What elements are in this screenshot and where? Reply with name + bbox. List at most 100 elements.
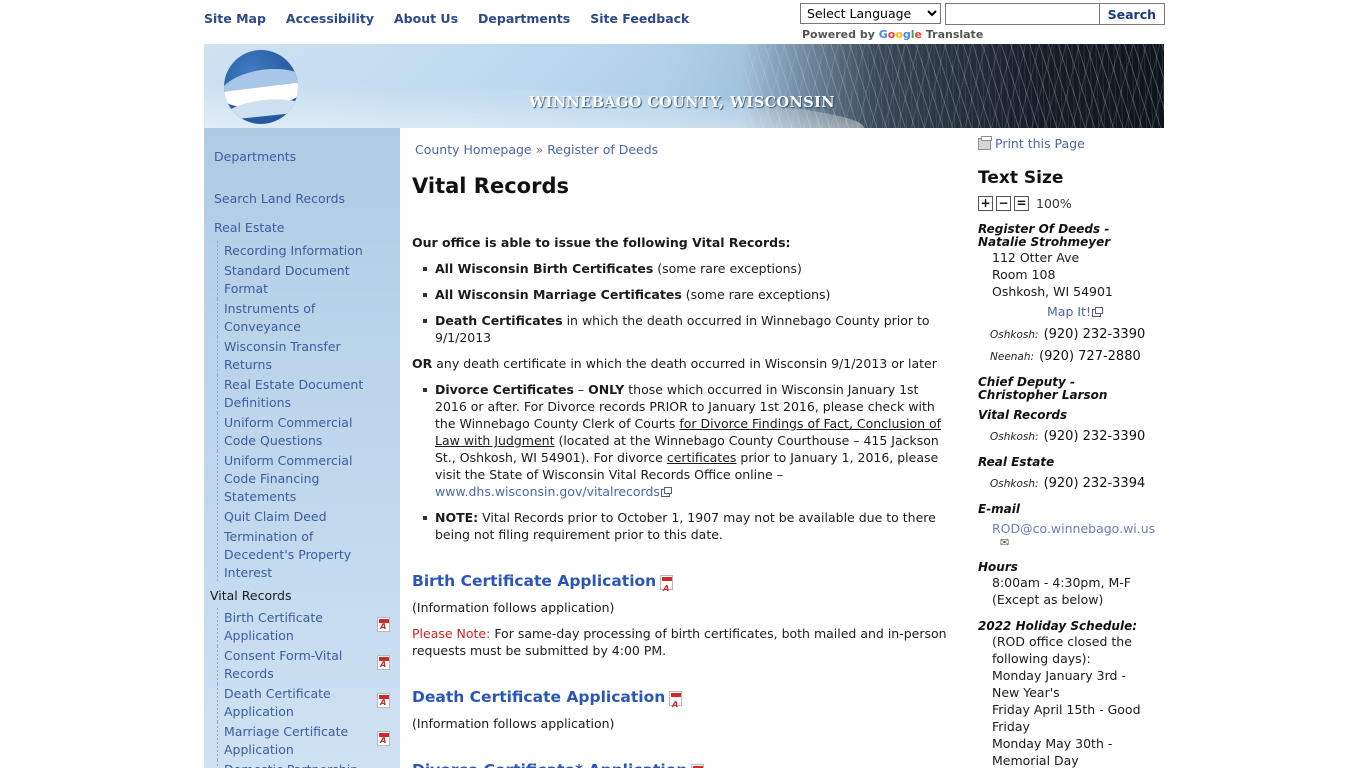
note-bold: NOTE:: [435, 510, 479, 525]
language-select[interactable]: Select Language: [800, 3, 941, 24]
sidebar-departments-label[interactable]: Departments: [214, 149, 296, 164]
phone-city-label: Oshkosh:: [990, 478, 1039, 490]
sidebar-label-real-estate[interactable]: Real Estate: [214, 220, 284, 235]
sidebar-sublabel-ucc-questions[interactable]: Uniform Commercial Code Questions: [224, 414, 374, 450]
holiday-line-0: (ROD office closed the following days):: [992, 634, 1132, 666]
sidebar-sublabel-wisconsin-transfer-returns[interactable]: Wisconsin Transfer Returns: [224, 338, 374, 374]
google-translate-attribution: Powered by Google Translate: [802, 28, 1165, 41]
sidebar-item-search-land-records[interactable]: Search Land Records: [204, 183, 400, 212]
list-item: All Wisconsin Marriage Certificates (som…: [422, 286, 954, 303]
hours-line-1: 8:00am - 4:30pm, M-F: [992, 575, 1131, 590]
sidebar-sublabel-termination-decedents-property-interest[interactable]: Termination of Decedent's Property Inter…: [224, 528, 374, 582]
phone-city-label: Neenah:: [990, 351, 1035, 363]
print-this-page[interactable]: Print this Page: [978, 135, 1156, 151]
top-nav-link-site-map[interactable]: Site Map: [204, 11, 266, 26]
search-input[interactable]: [944, 3, 1100, 25]
sidebar-subitem[interactable]: Quit Claim Deed: [204, 507, 400, 527]
main-content: County Homepage » Register of Deeds Vita…: [400, 128, 968, 768]
map-it-row[interactable]: Map It!: [978, 301, 1156, 320]
section-heading-divorce-certificate[interactable]: Divorce Certificate* Application: [412, 762, 954, 768]
sidebar-sublabel-instruments-of-conveyance[interactable]: Instruments of Conveyance: [224, 300, 374, 336]
chief-deputy-heading: Chief Deputy - Christopher Larson: [978, 375, 1108, 402]
dhs-vitalrecords-link[interactable]: www.dhs.wisconsin.gov/vitalrecords: [435, 484, 660, 499]
address-line-2: Room 108: [992, 267, 1056, 282]
sidebar-subitem[interactable]: Standard Document Format: [204, 261, 400, 299]
breadcrumb-home-link[interactable]: County Homepage: [415, 142, 532, 157]
email-row[interactable]: ROD@co.winnebago.wi.us: [978, 518, 1156, 537]
text-size-heading: Text Size: [978, 168, 1064, 188]
sidebar-sublabel-consent-form-vital-records[interactable]: Consent Form-Vital Records: [224, 647, 374, 683]
holiday-line-2: Friday April 15th - Good Friday: [992, 702, 1141, 734]
sidebar-item-departments[interactable]: Departments: [204, 138, 400, 165]
content-body: Our office is able to issue the followin…: [412, 234, 954, 768]
translate-word: Translate: [925, 28, 984, 41]
birth-certificate-application-link[interactable]: Birth Certificate Application: [412, 573, 656, 590]
sidebar-subitem[interactable]: Instruments of Conveyance: [204, 299, 400, 337]
holiday-line-1: Monday January 3rd - New Year's: [992, 668, 1126, 700]
intro-lead: Our office is able to issue the followin…: [412, 235, 791, 250]
winnebago-wave-logo-icon[interactable]: [224, 50, 298, 124]
list-item: All Wisconsin Birth Certificates (some r…: [422, 260, 954, 277]
top-nav-link-about-us[interactable]: About Us: [394, 11, 458, 26]
phone-row-real-estate: Oshkosh: (920) 232-3394: [978, 476, 1156, 491]
sidebar-subitem[interactable]: Marriage Certificate Application: [204, 722, 400, 760]
sidebar-label-search-land-records[interactable]: Search Land Records: [214, 191, 345, 206]
issuable-records-list: All Wisconsin Birth Certificates (some r…: [412, 260, 954, 346]
top-nav-link-site-feedback[interactable]: Site Feedback: [590, 11, 689, 26]
sidebar-item-real-estate[interactable]: Real Estate: [204, 212, 400, 241]
body-shell: Departments Search Land Records Real Est…: [204, 128, 1164, 768]
top-nav: Site Map Accessibility About Us Departme…: [204, 11, 689, 26]
email-heading: E-mail: [978, 502, 1021, 516]
sidebar-subitem[interactable]: Birth Certificate Application: [204, 608, 400, 646]
sidebar-sublabel-death-certificate-application[interactable]: Death Certificate Application: [224, 685, 374, 721]
phone-row-oshkosh-main: Oshkosh: (920) 232-3390: [978, 327, 1156, 342]
bullet-rest-birth: (some rare exceptions): [653, 261, 802, 276]
divorce-certificate-application-link[interactable]: Divorce Certificate* Application: [412, 762, 687, 768]
breadcrumb-separator: »: [535, 142, 544, 157]
text-size-reset-button[interactable]: =: [1014, 196, 1029, 211]
top-nav-link-departments[interactable]: Departments: [478, 11, 570, 26]
sidebar-subitem[interactable]: Real Estate Document Definitions: [204, 375, 400, 413]
site-banner: WINNEBAGO COUNTY, WISCONSIN Register of …: [204, 44, 1164, 128]
divorce-text-1: –: [573, 382, 589, 397]
sidebar-sublabel-marriage-certificate-application[interactable]: Marriage Certificate Application: [224, 723, 374, 759]
section-heading-death-certificate[interactable]: Death Certificate Application: [412, 689, 954, 706]
address-line-3: Oshkosh, WI 54901: [992, 284, 1113, 299]
external-link-icon: [1091, 307, 1103, 317]
search-button[interactable]: Search: [1099, 3, 1165, 25]
email-link[interactable]: ROD@co.winnebago.wi.us: [992, 521, 1155, 536]
phone-row-vital-records: Oshkosh: (920) 232-3390: [978, 429, 1156, 444]
sidebar-sublabel-birth-certificate-application[interactable]: Birth Certificate Application: [224, 609, 374, 645]
text-size-percent: 100%: [1036, 196, 1072, 211]
death-certificate-application-link[interactable]: Death Certificate Application: [412, 689, 665, 706]
google-wordmark: Google: [878, 28, 922, 41]
sidebar-subitem[interactable]: Wisconsin Transfer Returns: [204, 337, 400, 375]
pdf-icon: [377, 693, 390, 708]
page-title: Vital Records: [412, 174, 569, 198]
sidebar-subitem[interactable]: Uniform Commercial Code Financing Statem…: [204, 451, 400, 507]
print-this-page-label[interactable]: Print this Page: [995, 136, 1085, 151]
top-nav-link-accessibility[interactable]: Accessibility: [286, 11, 374, 26]
sidebar-subitem[interactable]: Domestic Partnership Application: [204, 760, 400, 768]
sidebar-sublabel-recording-information[interactable]: Recording Information: [224, 242, 363, 260]
sidebar-subitem[interactable]: Recording Information: [204, 241, 400, 261]
sidebar-subitem[interactable]: Uniform Commercial Code Questions: [204, 413, 400, 451]
pdf-icon: [660, 574, 674, 590]
sidebar-sublabel-real-estate-document-definitions[interactable]: Real Estate Document Definitions: [224, 376, 374, 412]
sidebar-subitem[interactable]: Termination of Decedent's Property Inter…: [204, 527, 400, 583]
divorce-underline-certificates: certificates: [666, 450, 737, 465]
sidebar-sublabel-standard-document-format[interactable]: Standard Document Format: [224, 262, 374, 298]
sidebar-sublabel-domestic-partnership-application[interactable]: Domestic Partnership Application: [224, 761, 374, 768]
sidebar-subitem[interactable]: Consent Form-Vital Records: [204, 646, 400, 684]
text-size-controls: + − = 100%: [978, 196, 1156, 211]
sidebar-sublabel-quit-claim-deed[interactable]: Quit Claim Deed: [224, 508, 327, 526]
phone-city-label: Oshkosh:: [990, 329, 1039, 341]
bullet-bold-birth: All Wisconsin Birth Certificates: [435, 261, 654, 276]
text-size-decrease-button[interactable]: −: [996, 196, 1011, 211]
sidebar-subitem[interactable]: Death Certificate Application: [204, 684, 400, 722]
section-heading-birth-certificate[interactable]: Birth Certificate Application: [412, 573, 954, 590]
text-size-increase-button[interactable]: +: [978, 196, 993, 211]
sidebar-sublabel-ucc-financing-statements[interactable]: Uniform Commercial Code Financing Statem…: [224, 452, 374, 506]
map-it-link[interactable]: Map It!: [1047, 304, 1091, 319]
breadcrumb-current-link[interactable]: Register of Deeds: [547, 142, 658, 157]
